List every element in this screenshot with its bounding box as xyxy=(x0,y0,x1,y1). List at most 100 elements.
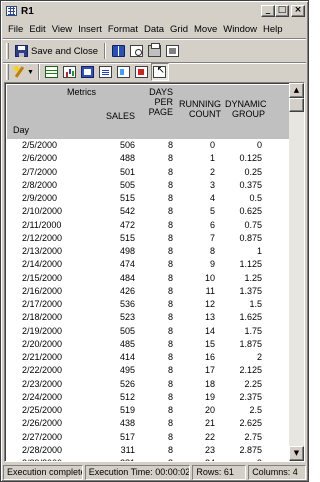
sales-cell[interactable]: 498 xyxy=(103,245,135,258)
running-count-cell[interactable]: 22 xyxy=(177,431,215,444)
dynamic-group-cell[interactable]: 0.75 xyxy=(225,219,262,232)
sales-cell[interactable]: 542 xyxy=(103,205,135,218)
days-per-page-cell[interactable]: 8 xyxy=(141,272,173,285)
scroll-up-button[interactable]: ▲ xyxy=(289,83,304,98)
day-cell[interactable]: 2/24/2000 xyxy=(22,391,62,404)
dynamic-group-cell[interactable]: 3 xyxy=(225,457,262,461)
days-per-page-cell[interactable]: 8 xyxy=(141,338,173,351)
running-count-cell[interactable]: 24 xyxy=(177,457,215,461)
running-count-cell[interactable]: 10 xyxy=(177,272,215,285)
table-row[interactable]: 2/9/2000 515 8 4 0.5 xyxy=(7,192,289,205)
dynamic-group-cell[interactable]: 2.25 xyxy=(225,378,262,391)
sales-cell[interactable]: 485 xyxy=(103,338,135,351)
day-cell[interactable]: 2/12/2000 xyxy=(22,232,62,245)
sales-cell[interactable]: 472 xyxy=(103,219,135,232)
day-cell[interactable]: 2/13/2000 xyxy=(22,245,62,258)
days-per-page-cell[interactable]: 8 xyxy=(141,258,173,271)
sales-cell[interactable]: 517 xyxy=(103,431,135,444)
properties-button[interactable] xyxy=(163,42,181,60)
dynamic-group-cell[interactable]: 1.875 xyxy=(225,338,262,351)
running-count-cell[interactable]: 3 xyxy=(177,179,215,192)
day-cell[interactable]: 2/23/2000 xyxy=(22,378,62,391)
report-button[interactable] xyxy=(115,63,133,81)
sales-cell[interactable]: 536 xyxy=(103,298,135,311)
sales-cell[interactable]: 515 xyxy=(103,232,135,245)
days-per-page-cell[interactable]: 8 xyxy=(141,232,173,245)
running-count-cell[interactable]: 7 xyxy=(177,232,215,245)
print-preview-button[interactable] xyxy=(127,42,145,60)
sales-cell[interactable]: 501 xyxy=(103,166,135,179)
minimize-button[interactable]: _ xyxy=(261,5,275,17)
menu-window[interactable]: Window xyxy=(220,24,260,35)
running-count-cell[interactable]: 9 xyxy=(177,258,215,271)
running-count-cell[interactable]: 20 xyxy=(177,404,215,417)
running-count-cell[interactable]: 8 xyxy=(177,245,215,258)
days-per-page-cell[interactable]: 8 xyxy=(141,285,173,298)
running-count-cell[interactable]: 19 xyxy=(177,391,215,404)
table-row[interactable]: 2/27/2000 517 8 22 2.75 xyxy=(7,431,289,444)
day-cell[interactable]: 2/20/2000 xyxy=(22,338,62,351)
days-per-page-cell[interactable]: 8 xyxy=(141,444,173,457)
table-row[interactable]: 2/19/2000 505 8 14 1.75 xyxy=(7,325,289,338)
vertical-scrollbar[interactable]: ▲ ▼ xyxy=(289,83,304,461)
day-cell[interactable]: 2/10/2000 xyxy=(22,205,62,218)
day-cell[interactable]: 2/21/2000 xyxy=(22,351,62,364)
running-count-cell[interactable]: 21 xyxy=(177,417,215,430)
dynamic-group-cell[interactable]: 0.25 xyxy=(225,166,262,179)
menu-file[interactable]: File xyxy=(5,24,26,35)
running-count-header[interactable]: RUNNING COUNT xyxy=(177,99,221,119)
dynamic-group-cell[interactable]: 0.375 xyxy=(225,179,262,192)
days-per-page-cell[interactable]: 8 xyxy=(141,364,173,377)
dynamic-group-cell[interactable]: 0 xyxy=(225,139,262,152)
day-cell[interactable]: 2/16/2000 xyxy=(22,285,62,298)
running-count-cell[interactable]: 17 xyxy=(177,364,215,377)
chart-view-button[interactable] xyxy=(61,63,79,81)
report-grid[interactable]: Metrics Day SALES DAYS PER PAGE RUNNING … xyxy=(4,82,305,462)
days-per-page-cell[interactable]: 8 xyxy=(141,311,173,324)
dynamic-group-cell[interactable]: 0.875 xyxy=(225,232,262,245)
table-row[interactable]: 2/11/2000 472 8 6 0.75 xyxy=(7,219,289,232)
grid-chart-button[interactable] xyxy=(79,63,97,81)
sales-cell[interactable]: 523 xyxy=(103,311,135,324)
toolbar-grip[interactable] xyxy=(6,43,9,59)
menu-edit[interactable]: Edit xyxy=(26,24,48,35)
table-row[interactable]: 2/26/2000 438 8 21 2.625 xyxy=(7,417,289,430)
menu-help[interactable]: Help xyxy=(260,24,286,35)
dynamic-group-cell[interactable]: 0.625 xyxy=(225,205,262,218)
table-row[interactable]: 2/25/2000 519 8 20 2.5 xyxy=(7,404,289,417)
sales-cell[interactable]: 414 xyxy=(103,351,135,364)
sales-cell[interactable]: 474 xyxy=(103,258,135,271)
table-row[interactable]: 2/8/2000 505 8 3 0.375 xyxy=(7,179,289,192)
sql-view-button[interactable] xyxy=(97,63,115,81)
dynamic-group-cell[interactable]: 1.75 xyxy=(225,325,262,338)
running-count-cell[interactable]: 11 xyxy=(177,285,215,298)
day-cell[interactable]: 2/15/2000 xyxy=(22,272,62,285)
table-row[interactable]: 2/16/2000 426 8 11 1.375 xyxy=(7,285,289,298)
dynamic-group-cell[interactable]: 2.75 xyxy=(225,431,262,444)
day-cell[interactable]: 2/26/2000 xyxy=(22,417,62,430)
days-per-page-cell[interactable]: 8 xyxy=(141,219,173,232)
running-count-cell[interactable]: 13 xyxy=(177,311,215,324)
sales-header[interactable]: SALES xyxy=(103,111,135,121)
day-cell[interactable]: 2/18/2000 xyxy=(22,311,62,324)
table-row[interactable]: 2/14/2000 474 8 9 1.125 xyxy=(7,258,289,271)
dynamic-group-cell[interactable]: 1.625 xyxy=(225,311,262,324)
day-cell[interactable]: 2/22/2000 xyxy=(22,364,62,377)
close-button[interactable]: × xyxy=(291,5,305,17)
days-per-page-cell[interactable]: 8 xyxy=(141,325,173,338)
days-per-page-cell[interactable]: 8 xyxy=(141,351,173,364)
days-per-page-cell[interactable]: 8 xyxy=(141,378,173,391)
table-row[interactable]: 2/6/2000 488 8 1 0.125 xyxy=(7,152,289,165)
cursor-button[interactable] xyxy=(150,63,169,81)
running-count-cell[interactable]: 18 xyxy=(177,378,215,391)
running-count-cell[interactable]: 23 xyxy=(177,444,215,457)
grid-view-button[interactable] xyxy=(43,63,61,81)
days-per-page-cell[interactable]: 8 xyxy=(141,404,173,417)
sales-cell[interactable]: 438 xyxy=(103,417,135,430)
dynamic-group-cell[interactable]: 2.625 xyxy=(225,417,262,430)
day-cell[interactable]: 2/5/2000 xyxy=(22,139,57,152)
day-cell[interactable]: 2/27/2000 xyxy=(22,431,62,444)
maximize-button[interactable]: □ xyxy=(275,5,289,17)
day-cell[interactable]: 2/6/2000 xyxy=(22,152,57,165)
day-cell[interactable]: 2/14/2000 xyxy=(22,258,62,271)
